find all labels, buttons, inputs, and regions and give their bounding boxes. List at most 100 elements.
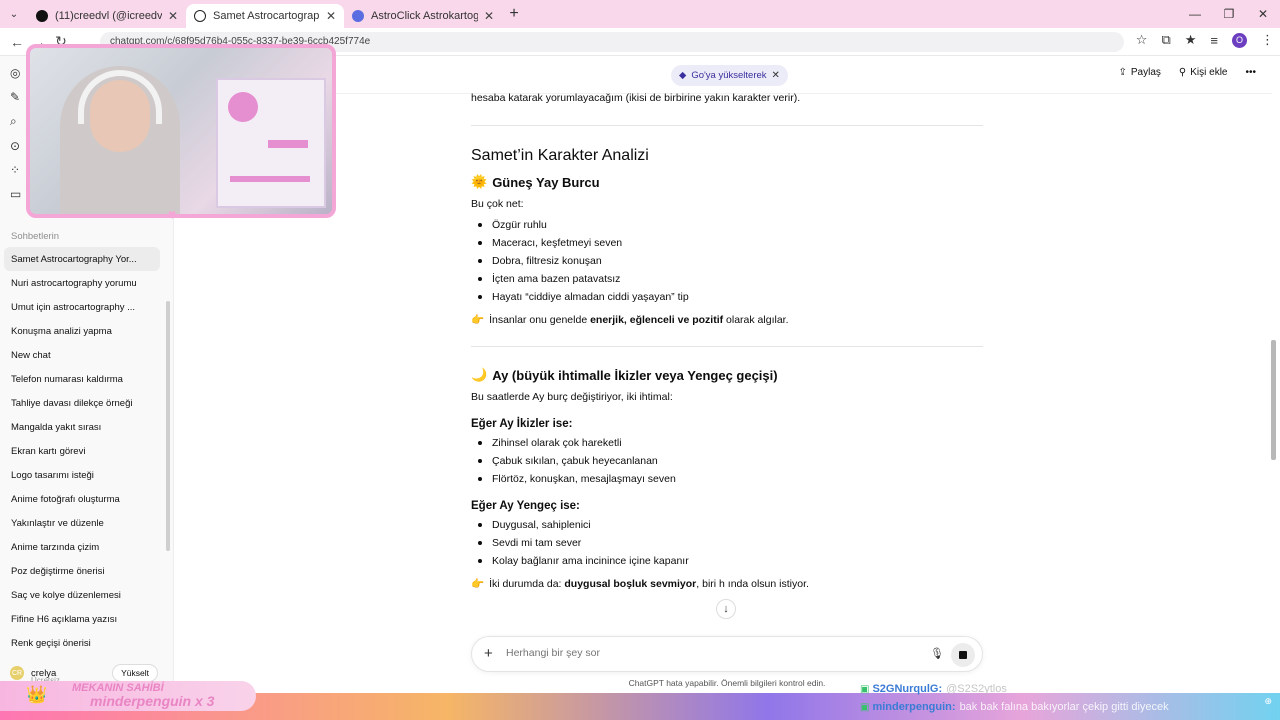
share-label: Paylaş (1130, 67, 1161, 78)
gpts-icon[interactable]: ⁘ (10, 163, 21, 177)
crown-icon: 👑 (26, 685, 48, 704)
profile-avatar[interactable]: O (1232, 32, 1247, 48)
chat-message: ▣ S2GNurqulG: @S2S2ytlos (860, 680, 1280, 698)
browser-menu-icon[interactable]: ⋮ (1261, 32, 1274, 48)
sidebar-chat-item[interactable]: Logo tasarımı isteği (4, 463, 160, 487)
moon-note-post: , biri h ında olsun istiyor. (696, 578, 809, 590)
browser-tab-chatgpt[interactable]: Samet Astrocartography Yorum ✕ (186, 4, 344, 28)
sidebar-chat-item[interactable]: Nuri astrocartography yorumu (4, 271, 160, 295)
stop-generating-button[interactable] (951, 643, 975, 667)
back-icon[interactable]: ← (6, 34, 28, 50)
moon-lead: Bu saatlerde Ay burç değiştiriyor, iki i… (471, 391, 673, 403)
pc-case-image (216, 78, 326, 208)
prompt-input[interactable] (506, 647, 906, 659)
sidebar-scrollbar[interactable] (166, 301, 170, 551)
sun-bullet-list: Özgür ruhlu Maceracı, keşfetmeyi seven Dob… (471, 216, 983, 306)
pointing-hand-icon: 👉 (471, 578, 485, 590)
sidebar-chat-item[interactable]: Saç ve kolye düzenlemesi (4, 583, 160, 607)
chat-username: S2GNurqulG: (872, 683, 943, 695)
tab-title: Samet Astrocartography Yorum (213, 10, 320, 22)
extensions-icon[interactable]: ⧉ (1161, 32, 1170, 48)
dismiss-upgrade-icon[interactable]: ✕ (772, 70, 780, 81)
bookmark-star-icon[interactable]: ☆ (1136, 32, 1148, 48)
list-item: Dobra, filtresiz konuşan (478, 252, 983, 270)
sidebar-chat-item[interactable]: Tahliye davası dilekçe örneği (4, 391, 160, 415)
sidebar-chat-item[interactable]: Yakınlaştır ve düzenle (4, 511, 160, 535)
sidebar-chat-item[interactable]: Ekran kartı görevi (4, 439, 160, 463)
moon-heading: 🌙 Ay (büyük ihtimalle İkizler veya Yenge… (471, 367, 983, 383)
chat-username: minderpenguin: (872, 701, 956, 713)
moon-emoji-icon: 🌙 (471, 367, 488, 382)
page-scrollbar[interactable] (1271, 340, 1276, 460)
avatar: CR (10, 666, 24, 680)
sun-lead: Bu çok net: (471, 198, 524, 210)
upgrade-button[interactable]: Yükselt (112, 664, 158, 682)
close-tab-icon[interactable]: ✕ (326, 9, 336, 23)
sidebar-chat-item[interactable]: Telefon numarası kaldırma (4, 367, 160, 391)
list-item: İçten ama bazen patavatsız (478, 270, 983, 288)
sidebar-chat-item[interactable]: New chat (4, 343, 160, 367)
heart-icon: ♥ (168, 206, 177, 222)
close-tab-icon[interactable]: ✕ (168, 9, 178, 23)
projects-icon[interactable]: ▭ (10, 187, 21, 201)
section-title: Samet’in Karakter Analizi (471, 147, 649, 164)
minimize-icon[interactable]: — (1178, 0, 1212, 28)
library-icon[interactable]: ⊙ (10, 139, 21, 153)
webcam-overlay (26, 44, 336, 218)
intro-paragraph: hesaba katarak yorumlayacağım (ikisi de … (471, 92, 801, 104)
gemini-bullet-list: Zihinsel olarak çok hareketli Çabuk sıkıl… (471, 434, 983, 488)
plus-icon[interactable]: + (484, 645, 493, 662)
scroll-to-bottom-button[interactable]: ↓ (716, 599, 736, 619)
assistant-message: hesaba katarak yorumlayacağım (ikisi de … (471, 92, 983, 593)
tiktok-icon (36, 10, 48, 22)
sidebar-chat-item[interactable]: Renk geçişi önerisi (4, 631, 160, 655)
microphone-icon[interactable]: 🎙 (930, 647, 944, 660)
pointing-hand-icon: 👉 (471, 314, 485, 326)
new-tab-button[interactable]: + (502, 5, 526, 23)
more-options-icon[interactable]: ••• (1245, 67, 1256, 78)
list-item: Duygusal, sahiplenici (478, 516, 983, 534)
chat-text: @S2S2ytlos (946, 683, 1007, 695)
header-actions: ⇪ Paylaş ⚲ Kişi ekle ••• (1119, 67, 1257, 78)
close-window-icon[interactable]: ✕ (1246, 0, 1280, 28)
chat-text: bak bak falına bakıyorlar çekip gitti di… (959, 701, 1169, 713)
top-supporter-banner: 👑 MEKANIN SAHİBİ minderpenguin x 3 (0, 681, 256, 711)
restore-icon[interactable]: ❐ (1212, 0, 1246, 28)
tab-title: AstroClick Astrokartografi Yoru (371, 10, 478, 22)
sidebar-chat-item[interactable]: Fifine H6 açıklama yazısı (4, 607, 160, 631)
list-item: Maceracı, keşfetmeyi seven (478, 234, 983, 252)
upgrade-pill[interactable]: ◆ Go'ya yükselterek ✕ (671, 65, 788, 86)
share-button[interactable]: ⇪ Paylaş (1119, 67, 1161, 78)
openai-logo-icon[interactable]: ◎ (10, 66, 21, 80)
divider (471, 346, 983, 347)
browser-toolbar-right: ☆ ⧉ ★ ≡ O ⋮ (1136, 32, 1274, 48)
banner-user: minderpenguin x 3 (90, 693, 215, 709)
window-controls: — ❐ ✕ (1178, 0, 1280, 28)
add-person-button[interactable]: ⚲ Kişi ekle (1179, 67, 1228, 78)
diamond-icon: ◆ (679, 70, 687, 81)
list-item: Sevdi mi tam sever (478, 534, 983, 552)
sidebar-chat-item[interactable]: Mangalda yakıt sırası (4, 415, 160, 439)
new-chat-icon[interactable]: ✎ (10, 90, 21, 104)
media-icon[interactable]: ≡ (1210, 33, 1218, 48)
share-icon: ⇪ (1118, 67, 1127, 78)
favorites-icon[interactable]: ★ (1185, 32, 1197, 48)
sidebar-chat-item[interactable]: Poz değiştirme önerisi (4, 559, 160, 583)
sidebar-chat-item[interactable]: Umut için astrocartography ... (4, 295, 160, 319)
sidebar-chat-item[interactable]: Anime fotoğrafı oluşturma (4, 487, 160, 511)
tab-search-chevron-icon[interactable]: ⌄ (0, 0, 28, 28)
list-item: Kolay bağlanır ama incinince içine kapan… (478, 552, 983, 570)
gemini-heading: Eğer Ay İkizler ise: (471, 418, 573, 430)
stream-chat-overlay: ▣ S2GNurqulG: @S2S2ytlos ▣ minderpenguin… (860, 680, 1280, 720)
browser-tab-astroclick[interactable]: AstroClick Astrokartografi Yoru ✕ (344, 4, 502, 28)
sidebar-chat-item[interactable]: Samet Astrocartography Yor... (4, 247, 160, 271)
browser-tab-tiktok[interactable]: (11)creedvl (@icreedvl) | TikTok ✕ (28, 4, 186, 28)
chatgpt-icon (194, 10, 206, 22)
sidebar-chat-item[interactable]: Konuşma analizi yapma (4, 319, 160, 343)
sidebar-chat-item[interactable]: Anime tarzında çizim (4, 535, 160, 559)
chat-message: ▣ minderpenguin: bak bak falına bakıyorl… (860, 698, 1280, 716)
close-tab-icon[interactable]: ✕ (484, 9, 494, 23)
cancer-heading: Eğer Ay Yengeç ise: (471, 500, 580, 512)
message-composer: + 🎙 (471, 636, 983, 672)
search-icon[interactable]: ⌕ (10, 114, 21, 129)
